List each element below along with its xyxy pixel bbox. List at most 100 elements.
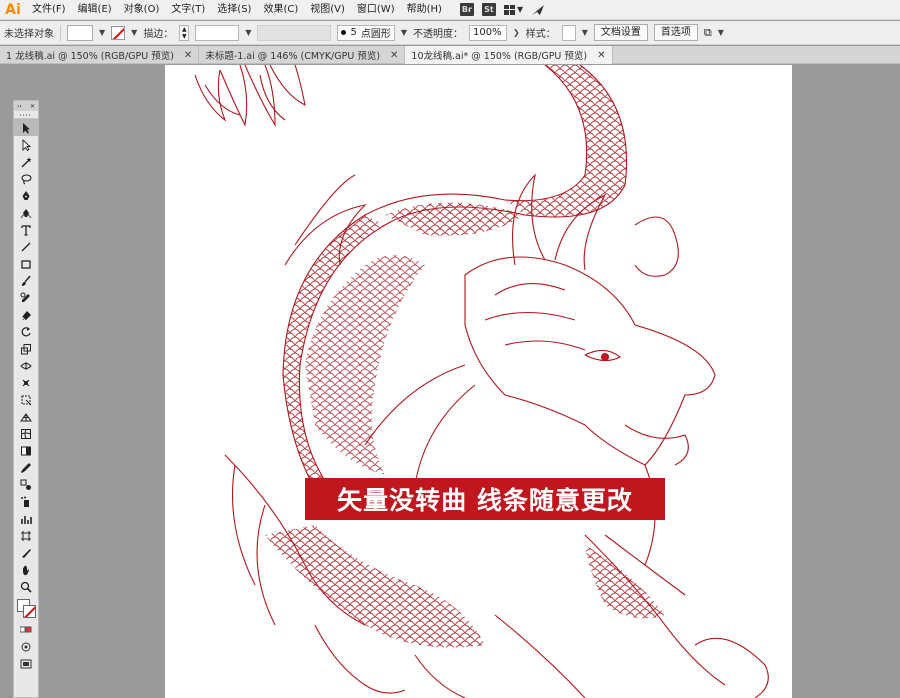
column-graph-tool-icon bbox=[21, 515, 32, 524]
mesh-tool-button[interactable] bbox=[14, 425, 38, 442]
stock-icon[interactable]: St bbox=[481, 3, 496, 16]
screen-mode-button[interactable] bbox=[14, 655, 38, 672]
chevron-down-icon[interactable]: ▼ bbox=[718, 28, 724, 37]
opacity-label: 不透明度： bbox=[413, 29, 463, 40]
eyedropper-tool-icon bbox=[21, 462, 31, 473]
curvature-tool-button[interactable] bbox=[14, 204, 38, 221]
free-transform-tool-button[interactable] bbox=[14, 391, 38, 408]
blend-tool-icon bbox=[20, 479, 31, 490]
style-swatch[interactable] bbox=[561, 24, 576, 41]
preferences-button[interactable]: 首选项 bbox=[653, 24, 698, 41]
column-graph-tool-button[interactable] bbox=[14, 510, 38, 527]
gradient-tool-button[interactable] bbox=[14, 442, 38, 459]
chevron-down-icon[interactable]: ▼ bbox=[245, 28, 251, 37]
rectangle-tool-icon bbox=[21, 259, 31, 269]
lasso-tool-button[interactable] bbox=[14, 170, 38, 187]
symbol-sprayer-tool-button[interactable] bbox=[14, 493, 38, 510]
style-label: 样式： bbox=[525, 29, 556, 40]
menu-file[interactable]: 文件(F) bbox=[26, 0, 72, 20]
panel-grip[interactable] bbox=[14, 111, 38, 119]
bridge-icon[interactable]: Br bbox=[459, 3, 474, 16]
transform-menu-icon[interactable]: ⧉ bbox=[704, 26, 712, 40]
scale-tool-icon bbox=[21, 343, 31, 354]
type-tool-button[interactable] bbox=[14, 221, 38, 238]
pen-tool-button[interactable] bbox=[14, 187, 38, 204]
pen-tool-icon bbox=[22, 190, 30, 200]
menu-type[interactable]: 文字(T) bbox=[165, 0, 211, 20]
brush-definition[interactable]: 5 点圆形 bbox=[337, 24, 395, 41]
gradient-tool-icon bbox=[21, 446, 31, 455]
direct-selection-tool-button[interactable] bbox=[14, 136, 38, 153]
menu-effect[interactable]: 效果(C) bbox=[257, 0, 304, 20]
perspective-grid-tool-icon bbox=[20, 412, 32, 421]
hand-tool-icon bbox=[23, 565, 29, 575]
close-icon[interactable]: ✕ bbox=[184, 50, 192, 61]
line-tool-button[interactable] bbox=[14, 238, 38, 255]
zoom-tool-button[interactable] bbox=[14, 578, 38, 595]
magic-wand-tool-icon bbox=[21, 156, 32, 167]
artboard[interactable]: 矢量没转曲 线条随意更改 bbox=[165, 65, 792, 698]
menu-badges: Br St ▼ bbox=[459, 3, 545, 16]
expand-panel-icon[interactable]: ›› bbox=[17, 103, 22, 110]
fill-swatch[interactable] bbox=[67, 24, 93, 41]
document-setup-button[interactable]: 文档设置 bbox=[593, 24, 648, 41]
rectangle-tool-button[interactable] bbox=[14, 255, 38, 272]
perspective-grid-tool-button[interactable] bbox=[14, 408, 38, 425]
mesh-tool-icon bbox=[21, 428, 31, 439]
artboard-tool-button[interactable] bbox=[14, 527, 38, 544]
color-mode-icon[interactable] bbox=[20, 624, 32, 636]
selection-tool-button[interactable] bbox=[14, 119, 38, 136]
tab-document-1[interactable]: 1 龙线稿.ai @ 150% (RGB/GPU 预览) ✕ bbox=[0, 46, 200, 64]
menu-bar: Ai 文件(F) 编辑(E) 对象(O) 文字(T) 选择(S) 效果(C) 视… bbox=[0, 0, 900, 20]
puppet-warp-tool-button[interactable] bbox=[14, 374, 38, 391]
menu-object[interactable]: 对象(O) bbox=[118, 0, 166, 20]
tool-list bbox=[14, 119, 38, 595]
color-mode-buttons[interactable] bbox=[14, 621, 38, 638]
eyedropper-tool-button[interactable] bbox=[14, 459, 38, 476]
chevron-down-icon[interactable]: ▼ bbox=[99, 28, 105, 37]
rotate-tool-button[interactable] bbox=[14, 323, 38, 340]
magic-wand-tool-button[interactable] bbox=[14, 153, 38, 170]
stroke-color-box[interactable] bbox=[23, 605, 36, 618]
stroke-swatch[interactable] bbox=[111, 25, 126, 40]
paintbrush-tool-button[interactable] bbox=[14, 272, 38, 289]
shaper-tool-icon bbox=[20, 292, 30, 302]
chevron-right-icon[interactable]: ❯ bbox=[513, 28, 520, 37]
curvature-tool-icon bbox=[20, 208, 32, 218]
tools-panel-header[interactable]: ›› ✕ bbox=[14, 101, 38, 111]
chevron-down-icon[interactable]: ▼ bbox=[401, 28, 407, 37]
opacity-field[interactable]: 100% bbox=[469, 24, 507, 41]
arrange-documents-icon[interactable]: ▼ bbox=[503, 4, 523, 15]
chevron-down-icon[interactable]: ▼ bbox=[582, 28, 588, 37]
tab-label: 1 龙线稿.ai @ 150% (RGB/GPU 预览) bbox=[6, 51, 174, 62]
tab-document-3[interactable]: 10龙线稿.ai* @ 150% (RGB/GPU 预览) ✕ bbox=[405, 46, 613, 64]
hand-tool-button[interactable] bbox=[14, 561, 38, 578]
divider bbox=[60, 24, 61, 41]
gpu-performance-icon[interactable] bbox=[531, 4, 545, 16]
scale-tool-button[interactable] bbox=[14, 340, 38, 357]
draw-mode-icon[interactable] bbox=[20, 641, 32, 653]
menu-window[interactable]: 窗口(W) bbox=[351, 0, 401, 20]
close-icon[interactable]: ✕ bbox=[597, 50, 605, 61]
tab-label: 未标题-1.ai @ 146% (CMYK/GPU 预览) bbox=[205, 51, 381, 62]
close-icon[interactable]: ✕ bbox=[30, 103, 35, 110]
shaper-tool-button[interactable] bbox=[14, 289, 38, 306]
fill-stroke-widget[interactable] bbox=[14, 595, 38, 621]
selection-tool-icon bbox=[23, 122, 30, 133]
width-tool-button[interactable] bbox=[14, 357, 38, 374]
menu-help[interactable]: 帮助(H) bbox=[401, 0, 448, 20]
chevron-down-icon[interactable]: ▼ bbox=[131, 28, 137, 37]
screen-mode-icon[interactable] bbox=[20, 658, 32, 670]
eraser-tool-button[interactable] bbox=[14, 306, 38, 323]
menu-edit[interactable]: 编辑(E) bbox=[72, 0, 118, 20]
close-icon[interactable]: ✕ bbox=[390, 50, 398, 61]
blend-tool-button[interactable] bbox=[14, 476, 38, 493]
stroke-weight-stepper[interactable]: ▲ ▼ bbox=[179, 24, 190, 41]
tab-document-2[interactable]: 未标题-1.ai @ 146% (CMYK/GPU 预览) ✕ bbox=[199, 46, 406, 64]
menu-select[interactable]: 选择(S) bbox=[211, 0, 257, 20]
slice-tool-button[interactable] bbox=[14, 544, 38, 561]
stroke-weight-field[interactable] bbox=[195, 24, 240, 41]
draw-mode-button[interactable] bbox=[14, 638, 38, 655]
promo-banner: 矢量没转曲 线条随意更改 bbox=[305, 478, 665, 520]
menu-view[interactable]: 视图(V) bbox=[304, 0, 351, 20]
